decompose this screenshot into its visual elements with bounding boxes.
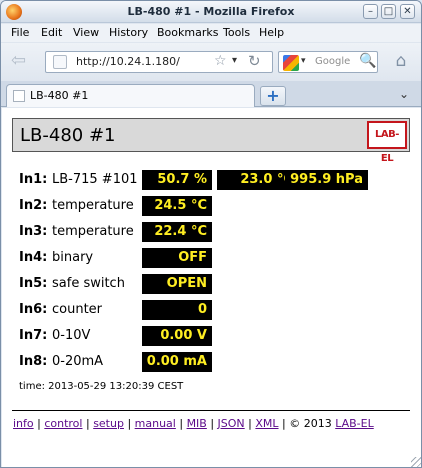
link-xml[interactable]: XML — [255, 417, 278, 430]
maximize-button[interactable]: □ — [381, 4, 396, 19]
link-lab-el[interactable]: LAB-EL — [335, 417, 374, 430]
resize-grip-icon[interactable] — [411, 457, 421, 467]
pressure-value: 995.9 hPa — [285, 170, 368, 190]
input-name: temperature — [52, 224, 134, 239]
separator: | — [244, 417, 256, 430]
back-icon[interactable]: ⇦ — [11, 52, 33, 72]
input-value: 0.00 V — [142, 326, 212, 346]
close-button[interactable]: ✕ — [400, 4, 415, 19]
menu-tools[interactable]: Tools — [223, 26, 250, 39]
tab-label: LB-480 #1 — [30, 89, 89, 102]
page-favicon-icon — [13, 90, 25, 102]
bookmark-star-icon[interactable]: ☆ — [214, 53, 227, 69]
new-tab-button[interactable]: + — [260, 86, 286, 106]
url-text[interactable]: http://10.24.1.180/ — [76, 55, 180, 68]
menu-view[interactable]: View — [73, 26, 99, 39]
input-name: binary — [52, 250, 94, 265]
input-value: 0.00 mA — [142, 352, 212, 372]
separator: | — [206, 417, 218, 430]
google-engine-icon[interactable] — [283, 55, 299, 71]
input-name: counter — [52, 302, 103, 317]
input-label: In6: — [19, 302, 48, 317]
search-bar[interactable]: ▾ Google 🔍 — [278, 51, 378, 73]
input-name: 0-10V — [52, 328, 91, 343]
input-value: 24.5 °C — [142, 196, 212, 216]
link-control[interactable]: control — [44, 417, 82, 430]
input-label: In3: — [19, 224, 48, 239]
link-setup[interactable]: setup — [93, 417, 124, 430]
timestamp: time: 2013-05-29 13:20:39 CEST — [19, 381, 184, 392]
link-mib[interactable]: MIB — [187, 417, 207, 430]
menu-bar: File Edit View History Bookmarks Tools H… — [1, 24, 421, 42]
input-value: 0 — [142, 300, 212, 320]
search-placeholder[interactable]: Google — [315, 56, 350, 67]
url-bar[interactable]: http://10.24.1.180/ ☆ ▾ ↻ — [45, 51, 273, 73]
input-label: In2: — [19, 198, 48, 213]
input-name: 0-20mA — [52, 354, 104, 369]
window-title: LB-480 #1 - Mozilla Firefox — [127, 5, 295, 18]
engine-dropdown-icon[interactable]: ▾ — [301, 56, 306, 66]
separator: | — [82, 417, 94, 430]
search-icon[interactable]: 🔍 — [359, 53, 376, 69]
separator: | — [278, 417, 290, 430]
lab-el-logo: LAB-EL — [367, 121, 407, 164]
separator: | — [33, 417, 45, 430]
page-title: LB-480 #1 — [20, 125, 116, 146]
title-bar[interactable]: LB-480 #1 - Mozilla Firefox – □ ✕ — [1, 1, 421, 23]
separator: | — [123, 417, 135, 430]
input-label: In8: — [19, 354, 48, 369]
browser-window: LB-480 #1 - Mozilla Firefox – □ ✕ File E… — [0, 0, 422, 468]
url-dropdown-icon[interactable]: ▾ — [232, 55, 237, 66]
link-manual[interactable]: manual — [135, 417, 176, 430]
copyright-text: © 2013 — [289, 417, 336, 430]
input-value: OFF — [142, 248, 212, 268]
device-header: LB-480 #1 LAB-EL — [12, 118, 410, 164]
input-name: LB-715 #101 — [52, 172, 138, 187]
input-value: 22.4 °C — [142, 222, 212, 242]
input-label: In7: — [19, 328, 48, 343]
humidity-value: 50.7 % — [142, 170, 212, 190]
input-value: OPEN — [142, 274, 212, 294]
tab-lb-480[interactable]: LB-480 #1 — [6, 84, 255, 107]
menu-file[interactable]: File — [11, 26, 29, 39]
reload-icon[interactable]: ↻ — [248, 52, 261, 70]
menu-bookmarks[interactable]: Bookmarks — [157, 26, 218, 39]
footer-divider — [12, 410, 410, 411]
menu-history[interactable]: History — [109, 26, 148, 39]
home-icon[interactable]: ⌂ — [390, 52, 412, 72]
input-name: temperature — [52, 198, 134, 213]
input-label: In1: — [19, 172, 48, 187]
footer-links: info | control | setup | manual | MIB | … — [13, 417, 374, 430]
tab-list-icon[interactable]: ⌄ — [399, 87, 409, 101]
link-info[interactable]: info — [13, 417, 34, 430]
menu-edit[interactable]: Edit — [41, 26, 62, 39]
separator: | — [175, 417, 187, 430]
input-name: safe switch — [52, 276, 125, 291]
minimize-button[interactable]: – — [363, 4, 378, 19]
input-label: In4: — [19, 250, 48, 265]
link-json[interactable]: JSON — [218, 417, 245, 430]
menu-help[interactable]: Help — [259, 26, 284, 39]
input-label: In5: — [19, 276, 48, 291]
site-identity-icon[interactable] — [53, 55, 67, 69]
